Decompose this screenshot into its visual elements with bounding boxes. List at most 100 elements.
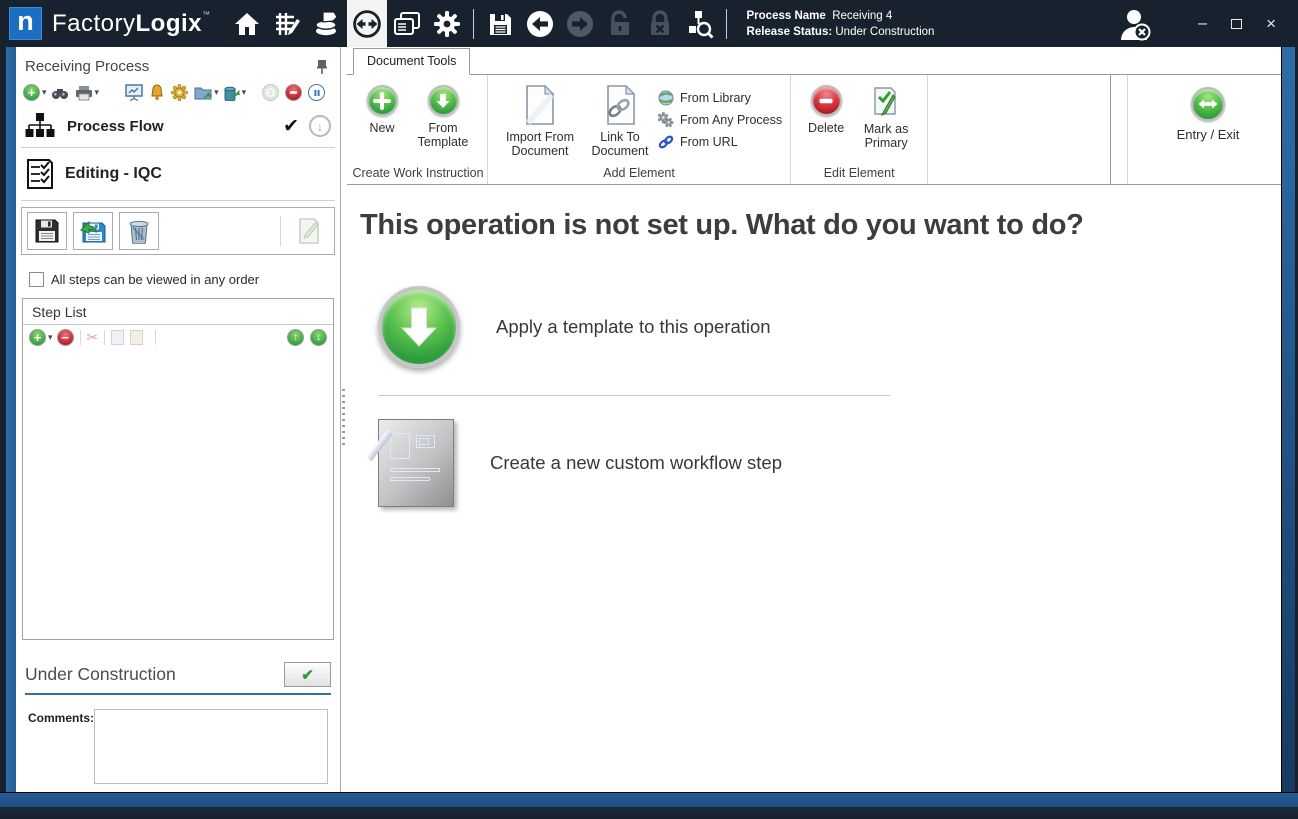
create-custom-step-option[interactable]: Create a new custom workflow step xyxy=(378,419,1261,507)
add-step-caret[interactable]: ▾ xyxy=(48,332,53,343)
edit-page-icon xyxy=(297,217,321,245)
unlock-button[interactable] xyxy=(600,0,640,47)
entry-exit-button[interactable]: Entry / Exit xyxy=(1153,87,1263,142)
minimize-button[interactable]: – xyxy=(1198,19,1207,29)
link-to-document-button[interactable]: Link To Document xyxy=(589,85,651,158)
presentation-board-icon[interactable] xyxy=(125,84,143,101)
ribbon-tab-strip: Document Tools xyxy=(347,47,1281,75)
setup-heading: This operation is not set up. What do yo… xyxy=(360,209,1261,242)
release-status-row: Under Construction ✔ xyxy=(25,662,331,687)
big-green-down-arrow-icon xyxy=(378,286,460,368)
add-step-button[interactable]: + xyxy=(29,329,46,346)
step-list-body[interactable] xyxy=(23,350,333,639)
unlock-icon xyxy=(607,10,633,38)
edit-disabled-button[interactable] xyxy=(289,212,329,250)
print-icon[interactable] xyxy=(75,85,93,101)
trash-icon xyxy=(127,218,151,244)
release-status-label: Release Status: xyxy=(747,26,833,38)
back-button[interactable] xyxy=(520,0,560,47)
mark-as-primary-button[interactable]: Mark as Primary xyxy=(858,85,914,150)
group-edit-element: Delete Mark as Primary Edit Element xyxy=(791,75,928,184)
operation-row[interactable]: Editing - IQC xyxy=(16,148,340,200)
lock-x-button[interactable] xyxy=(640,0,680,47)
collapse-circle-button[interactable]: ↓ xyxy=(309,115,331,137)
order-checkbox-label: All steps can be viewed in any order xyxy=(51,272,259,287)
stop-circle-icon[interactable] xyxy=(285,84,302,101)
new-work-instruction-button[interactable]: New xyxy=(362,85,402,135)
maximize-button[interactable] xyxy=(1231,19,1242,29)
from-template-button[interactable]: From Template xyxy=(412,85,474,149)
tab-document-tools[interactable]: Document Tools xyxy=(353,48,470,75)
delete-element-button[interactable]: Delete xyxy=(804,85,848,135)
approve-button[interactable]: ✔ xyxy=(284,662,331,687)
export-folder-icon[interactable] xyxy=(194,85,212,101)
order-checkbox-row: All steps can be viewed in any order xyxy=(29,272,330,287)
move-step-up-button[interactable]: ↑ xyxy=(287,329,304,346)
delete-export-icon[interactable] xyxy=(223,85,240,101)
paste-icon[interactable] xyxy=(130,330,143,345)
add-dropdown-caret[interactable]: ▾ xyxy=(42,87,47,98)
window-border-bottom xyxy=(0,792,1298,819)
titlebar: n FactoryLogix™ xyxy=(0,0,1298,47)
ribbon: New From Template Create Work Instructio… xyxy=(347,75,1281,185)
order-checkbox[interactable] xyxy=(29,272,44,287)
app-brand: FactoryLogix™ xyxy=(52,10,211,38)
blueprint-icon xyxy=(378,419,454,507)
checklist-icon xyxy=(25,158,55,190)
comments-row: Comments: xyxy=(28,709,331,784)
comments-label: Comments: xyxy=(28,709,94,784)
move-step-down-button[interactable]: ↓ xyxy=(310,329,327,346)
worksheet-edit-button[interactable] xyxy=(267,0,307,47)
process-definition-button[interactable] xyxy=(347,0,387,47)
lock-x-icon xyxy=(647,10,673,38)
process-flow-row[interactable]: Process Flow ✔ ↓ xyxy=(16,105,340,147)
home-button[interactable] xyxy=(227,0,267,47)
gold-gear-icon[interactable] xyxy=(171,84,188,101)
window-border-left xyxy=(0,47,16,792)
process-name-value: Receiving 4 xyxy=(832,10,892,22)
user-icon xyxy=(1114,4,1154,44)
step-list-panel: Step List + ▾ − ✂ ↑ ↓ xyxy=(22,298,334,640)
import-from-document-button[interactable]: Import From Document xyxy=(501,85,579,158)
export-dropdown-caret[interactable]: ▾ xyxy=(214,87,219,98)
print-dropdown-caret[interactable]: ▾ xyxy=(95,87,100,98)
from-library-button[interactable]: From Library xyxy=(658,87,782,109)
options-divider xyxy=(378,395,890,396)
group-add-element: Import From Document Link To Document Fr… xyxy=(488,75,791,184)
apply-template-option[interactable]: Apply a template to this operation xyxy=(378,286,1261,368)
materials-button[interactable] xyxy=(307,0,347,47)
window-controls: – × xyxy=(1198,18,1276,30)
forward-button[interactable] xyxy=(560,0,600,47)
remove-step-button[interactable]: − xyxy=(57,329,74,346)
save-operation-button[interactable] xyxy=(27,212,67,250)
panel-splitter[interactable] xyxy=(341,47,347,792)
save-button[interactable] xyxy=(480,0,520,47)
close-button[interactable]: × xyxy=(1266,18,1276,30)
bell-icon[interactable] xyxy=(149,84,165,101)
panel-toolbar: + ▾ ▾ ▾ ▾ xyxy=(16,77,340,105)
save-as-template-button[interactable] xyxy=(73,212,113,250)
reports-icon xyxy=(393,11,421,37)
pin-icon[interactable] xyxy=(316,59,328,74)
refresh-circle-icon[interactable] xyxy=(262,84,279,101)
process-audit-button[interactable] xyxy=(680,0,720,47)
cut-icon[interactable]: ✂ xyxy=(87,329,99,346)
search-binoculars-icon[interactable] xyxy=(51,85,69,101)
from-any-process-button[interactable]: From Any Process xyxy=(658,109,782,131)
reports-button[interactable] xyxy=(387,0,427,47)
settings-button[interactable] xyxy=(427,0,467,47)
from-url-button[interactable]: From URL xyxy=(658,131,782,153)
delete-dropdown-caret[interactable]: ▾ xyxy=(242,87,247,98)
entry-exit-arrows-icon xyxy=(1191,87,1225,121)
user-account-button[interactable] xyxy=(1114,4,1154,44)
forward-arrow-icon xyxy=(565,9,595,39)
floppy-export-icon xyxy=(79,218,107,244)
operation-label: Editing - IQC xyxy=(65,165,162,183)
comments-textarea[interactable] xyxy=(94,709,328,784)
pause-circle-icon[interactable] xyxy=(308,84,325,101)
save-icon xyxy=(487,11,513,37)
copy-icon[interactable] xyxy=(111,330,124,345)
process-flow-icon xyxy=(25,112,55,140)
delete-operation-button[interactable] xyxy=(119,212,159,250)
add-operation-button[interactable]: + xyxy=(23,84,40,101)
